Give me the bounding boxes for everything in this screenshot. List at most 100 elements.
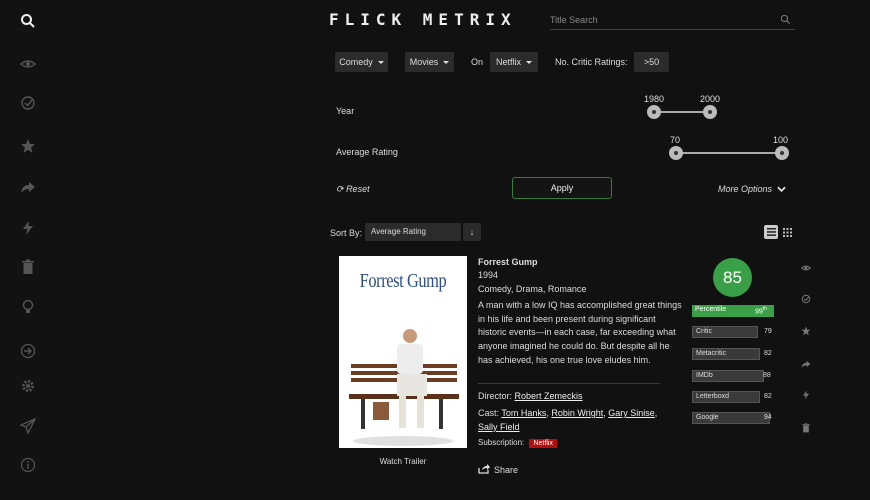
sort-select[interactable]: Average Rating — [365, 223, 461, 241]
gear-icon[interactable] — [18, 376, 38, 396]
check-circle-icon[interactable] — [800, 293, 812, 305]
year-max-value: 2000 — [700, 94, 721, 104]
search-icon[interactable] — [18, 11, 38, 31]
year-min-handle[interactable] — [647, 105, 661, 119]
share-icon — [478, 464, 490, 476]
rating-value: 94 — [764, 414, 772, 421]
rating-slider-track[interactable] — [677, 152, 781, 154]
type-dropdown[interactable]: Movies — [405, 52, 454, 72]
genre-dropdown[interactable]: Comedy — [335, 52, 388, 72]
star-icon[interactable] — [800, 325, 812, 337]
movie-description: A man with a low IQ has accomplished gre… — [478, 300, 682, 365]
rating-name: Google — [696, 414, 719, 421]
eye-icon[interactable] — [18, 54, 38, 74]
metacritic-rating-bar: Metacritic 82 — [692, 348, 772, 360]
bulb-icon[interactable] — [18, 297, 38, 317]
paper-plane-icon[interactable] — [18, 416, 38, 436]
rating-min-handle[interactable] — [669, 146, 683, 160]
trash-icon[interactable] — [800, 422, 812, 434]
type-dropdown-label: Movies — [409, 57, 439, 67]
chevron-down-icon — [776, 185, 786, 195]
rating-value: 82 — [764, 350, 772, 357]
rating-max-value: 100 — [773, 135, 789, 145]
divider — [478, 383, 660, 384]
watch-trailer-link[interactable]: Watch Trailer — [339, 457, 467, 466]
cast-link[interactable]: Sally Field — [478, 422, 520, 432]
refresh-icon: ⟳ — [336, 184, 344, 194]
rating-max-handle[interactable] — [775, 146, 789, 160]
sort-direction-button[interactable]: ↓ — [463, 223, 481, 241]
share-button[interactable]: Share — [478, 464, 518, 476]
letterboxd-rating-bar: Letterboxd 82 — [692, 391, 772, 403]
cast-link[interactable]: Robin Wright — [551, 408, 603, 418]
bolt-icon[interactable] — [800, 389, 812, 401]
reset-button[interactable]: ⟳ Reset — [336, 184, 370, 195]
search-icon[interactable] — [780, 14, 791, 28]
year-label: Year — [336, 106, 355, 116]
movie-year: 1994 — [478, 270, 499, 280]
cast-row: Cast: Tom Hanks, Robin Wright, Gary Sini… — [478, 408, 658, 432]
director-label: Director: — [478, 391, 513, 401]
movie-title[interactable]: Forrest Gump — [478, 257, 538, 267]
rating-name: Percentile — [695, 306, 727, 313]
rating-value: 88 — [763, 372, 771, 379]
list-view-icon[interactable] — [764, 225, 778, 239]
year-min-value: 1980 — [644, 94, 665, 104]
chevron-down-icon — [377, 60, 384, 64]
app-logo[interactable]: FLICK METRIX — [329, 10, 517, 29]
share-arrow-icon[interactable] — [18, 177, 38, 197]
rating-name: IMDb — [696, 372, 713, 379]
subscription-row: Subscription: Netflix — [478, 438, 557, 448]
bolt-icon[interactable] — [18, 218, 38, 238]
director-link[interactable]: Robert Zemeckis — [515, 391, 583, 401]
on-label: On — [471, 57, 484, 67]
sort-label: Sort By: — [330, 228, 363, 238]
service-dropdown-label: Netflix — [495, 57, 521, 67]
critic-ratings-value: >50 — [643, 57, 660, 67]
cast-link[interactable]: Gary Sinise — [608, 408, 655, 418]
signin-icon[interactable] — [18, 341, 38, 361]
apply-button[interactable]: Apply — [512, 177, 612, 199]
genre-dropdown-label: Comedy — [339, 57, 373, 67]
cast-label: Cast: — [478, 408, 500, 418]
critic-ratings-dropdown[interactable]: >50 — [634, 52, 669, 72]
sidebar — [0, 0, 56, 500]
rating-name: Letterboxd — [696, 393, 730, 400]
star-icon[interactable] — [18, 136, 38, 156]
reset-label: Reset — [346, 184, 370, 194]
more-options-button[interactable]: More Options — [718, 184, 786, 195]
movie-genres: Comedy, Drama, Romance — [478, 284, 587, 294]
year-max-handle[interactable] — [703, 105, 717, 119]
trash-icon[interactable] — [18, 257, 38, 277]
info-icon[interactable] — [18, 455, 38, 475]
rating-value: 79 — [764, 328, 772, 335]
rating-label: Average Rating — [336, 147, 398, 157]
director-row: Director: Robert Zemeckis — [478, 391, 583, 401]
chevron-down-icon — [443, 60, 450, 64]
critic-rating-bar: Critic 79 — [692, 326, 772, 338]
poster-title: Forrest Gump — [359, 270, 447, 292]
critic-ratings-label: No. Critic Ratings: — [555, 57, 628, 67]
percentile-bar: Percentile 99th — [692, 305, 774, 317]
average-score-badge: 85 — [713, 258, 752, 297]
rating-min-value: 70 — [670, 135, 681, 145]
service-dropdown[interactable]: Netflix — [490, 52, 538, 72]
netflix-badge[interactable]: Netflix — [529, 439, 557, 448]
rating-name: Critic — [696, 328, 712, 335]
poster-bench-illustration — [349, 329, 459, 446]
check-circle-icon[interactable] — [18, 93, 38, 113]
imdb-rating-bar: IMDb 88 — [692, 370, 771, 382]
google-rating-bar: Google 94 — [692, 412, 772, 424]
chevron-down-icon — [526, 60, 532, 64]
rating-name: Metacritic — [696, 350, 726, 357]
share-label: Share — [494, 465, 519, 475]
rating-value: 82 — [764, 393, 772, 400]
share-arrow-icon[interactable] — [800, 358, 812, 370]
movie-poster[interactable]: Forrest Gump — [339, 256, 467, 448]
search-bar — [550, 12, 795, 30]
cast-link[interactable]: Tom Hanks — [501, 408, 546, 418]
eye-icon[interactable] — [800, 262, 812, 274]
rating-value: 99th — [755, 306, 767, 316]
grid-view-icon[interactable] — [780, 225, 794, 239]
search-input[interactable] — [550, 12, 770, 28]
